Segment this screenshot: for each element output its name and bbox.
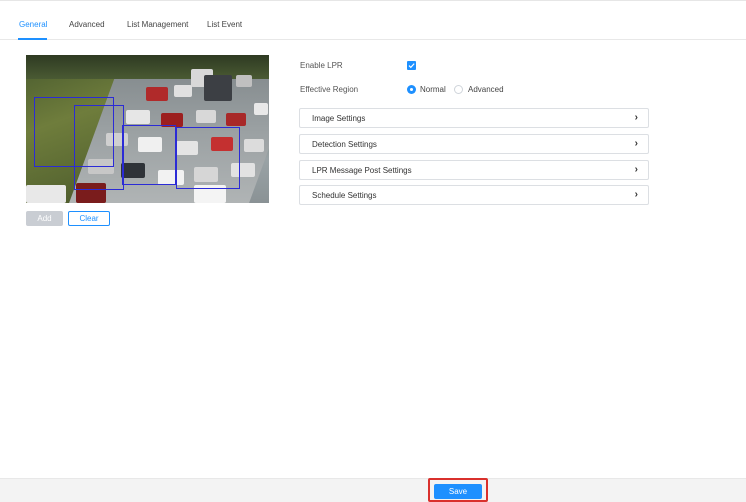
panel-label: Detection Settings: [312, 140, 377, 149]
car: [236, 75, 252, 87]
tab-list-event[interactable]: List Event: [207, 20, 242, 29]
detection-settings-panel[interactable]: Detection Settings ›: [299, 134, 649, 154]
car: [174, 85, 192, 97]
panel-label: LPR Message Post Settings: [312, 166, 412, 175]
checkmark-icon: [408, 63, 415, 69]
treeline: [26, 55, 269, 79]
detection-zone[interactable]: [122, 125, 176, 185]
enable-lpr-checkbox[interactable]: [407, 61, 416, 70]
car: [126, 110, 150, 124]
top-border: [0, 0, 746, 10]
car: [244, 139, 264, 152]
car: [226, 113, 246, 126]
save-button[interactable]: Save: [434, 484, 482, 499]
tab-general[interactable]: General: [19, 20, 47, 29]
panel-label: Image Settings: [312, 114, 366, 123]
region-advanced-label[interactable]: Advanced: [468, 85, 504, 94]
car: [26, 185, 66, 203]
schedule-settings-panel[interactable]: Schedule Settings ›: [299, 185, 649, 205]
car: [254, 103, 268, 115]
active-tab-indicator: [18, 38, 47, 40]
detection-zone[interactable]: [74, 105, 124, 190]
car: [146, 87, 168, 101]
footer-bar: [0, 478, 746, 502]
video-preview[interactable]: [26, 55, 269, 203]
tab-advanced[interactable]: Advanced: [69, 20, 105, 29]
add-region-button[interactable]: Add: [26, 211, 63, 226]
panel-label: Schedule Settings: [312, 191, 377, 200]
clear-region-button[interactable]: Clear: [68, 211, 110, 226]
truck: [204, 75, 232, 101]
region-normal-radio[interactable]: [407, 85, 416, 94]
chevron-right-icon: ›: [634, 138, 638, 149]
region-normal-label[interactable]: Normal: [420, 85, 446, 94]
chevron-right-icon: ›: [634, 164, 638, 175]
chevron-right-icon: ›: [634, 112, 638, 123]
car: [196, 110, 216, 123]
image-settings-panel[interactable]: Image Settings ›: [299, 108, 649, 128]
chevron-right-icon: ›: [634, 189, 638, 200]
detection-zone[interactable]: [176, 127, 240, 189]
effective-region-label: Effective Region: [300, 85, 359, 94]
tab-list-management[interactable]: List Management: [127, 20, 188, 29]
tab-bar: General Advanced List Management List Ev…: [0, 10, 746, 40]
lpr-message-post-settings-panel[interactable]: LPR Message Post Settings ›: [299, 160, 649, 180]
enable-lpr-label: Enable LPR: [300, 61, 343, 70]
region-advanced-radio[interactable]: [454, 85, 463, 94]
